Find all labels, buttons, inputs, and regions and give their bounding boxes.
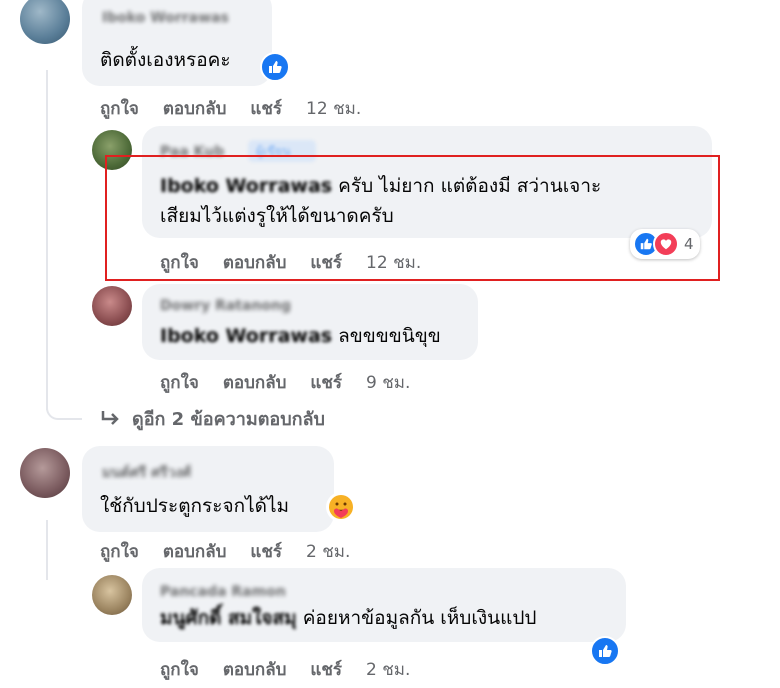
thread-connector xyxy=(46,380,82,420)
comment-author[interactable]: มนต์ศรี ศรีวงศ์ xyxy=(102,462,191,484)
timestamp[interactable]: 2 ชม. xyxy=(306,538,350,565)
like-button[interactable]: ถูกใจ xyxy=(160,369,199,396)
share-button[interactable]: แชร์ xyxy=(250,538,282,565)
mention-link[interactable]: มนูศักดิ์ สมใจสมุ xyxy=(160,607,297,629)
avatar[interactable] xyxy=(92,286,132,326)
comment-bubble: มนต์ศรี ศรีวงศ์ ใช้กับประตูกระจกได้ไม xyxy=(82,446,334,532)
comment-author[interactable]: Pancada Ramon xyxy=(160,584,286,600)
comment-text: มนูศักดิ์ สมใจสมุ ค่อยหาข้อมูลกัน เห็บเง… xyxy=(160,607,537,629)
comment-text: ติดตั้งเองหรอคะ xyxy=(100,49,231,71)
reply-button[interactable]: ตอบกลับ xyxy=(223,656,287,683)
share-button[interactable]: แชร์ xyxy=(310,369,342,396)
view-more-replies-link[interactable]: ดูอีก 2 ข้อความตอบกลับ xyxy=(100,404,325,433)
comment-actions: ถูกใจ ตอบกลับ แชร์ 12 ชม. xyxy=(100,95,385,122)
share-button[interactable]: แชร์ xyxy=(250,95,282,122)
like-icon[interactable] xyxy=(260,52,290,82)
share-button[interactable]: แชร์ xyxy=(310,656,342,683)
comment-actions: ถูกใจ ตอบกลับ แชร์ 2 ชม. xyxy=(160,656,434,683)
comment-actions: ถูกใจ ตอบกลับ แชร์ 2 ชม. xyxy=(100,538,374,565)
like-button[interactable]: ถูกใจ xyxy=(100,95,139,122)
comment-text: ใช้กับประตูกระจกได้ไม xyxy=(100,495,290,517)
comment-author[interactable]: Dowry Ratanong xyxy=(160,298,291,314)
timestamp[interactable]: 9 ชม. xyxy=(366,369,410,396)
comment-actions: ถูกใจ ตอบกลับ แชร์ 9 ชม. xyxy=(160,369,434,396)
comment-bubble: Iboko Worrawas ติดตั้งเองหรอคะ xyxy=(82,0,272,86)
thread-line xyxy=(46,520,48,580)
avatar[interactable] xyxy=(20,0,70,44)
reply-button[interactable]: ตอบกลับ xyxy=(163,95,227,122)
timestamp[interactable]: 12 ชม. xyxy=(306,95,361,122)
timestamp[interactable]: 2 ชม. xyxy=(366,656,410,683)
comment-author[interactable]: Iboko Worrawas xyxy=(102,10,229,26)
avatar[interactable] xyxy=(92,575,132,615)
reply-button[interactable]: ตอบกลับ xyxy=(163,538,227,565)
reply-arrow-icon xyxy=(101,410,119,425)
comment-text: Iboko Worrawas ลขขขขนิขุข xyxy=(160,325,441,347)
reply-button[interactable]: ตอบกลับ xyxy=(223,369,287,396)
like-button[interactable]: ถูกใจ xyxy=(160,656,199,683)
like-button[interactable]: ถูกใจ xyxy=(100,538,139,565)
thread-line xyxy=(46,70,48,410)
care-icon[interactable] xyxy=(326,492,356,522)
mention-link[interactable]: Iboko Worrawas xyxy=(160,325,332,347)
comment-bubble: Pancada Ramon มนูศักดิ์ สมใจสมุ ค่อยหาข้… xyxy=(142,568,626,642)
like-icon[interactable] xyxy=(590,636,620,666)
highlight-box xyxy=(105,155,720,281)
avatar[interactable] xyxy=(20,448,70,498)
comment-bubble: Dowry Ratanong Iboko Worrawas ลขขขขนิขุข xyxy=(142,284,478,360)
